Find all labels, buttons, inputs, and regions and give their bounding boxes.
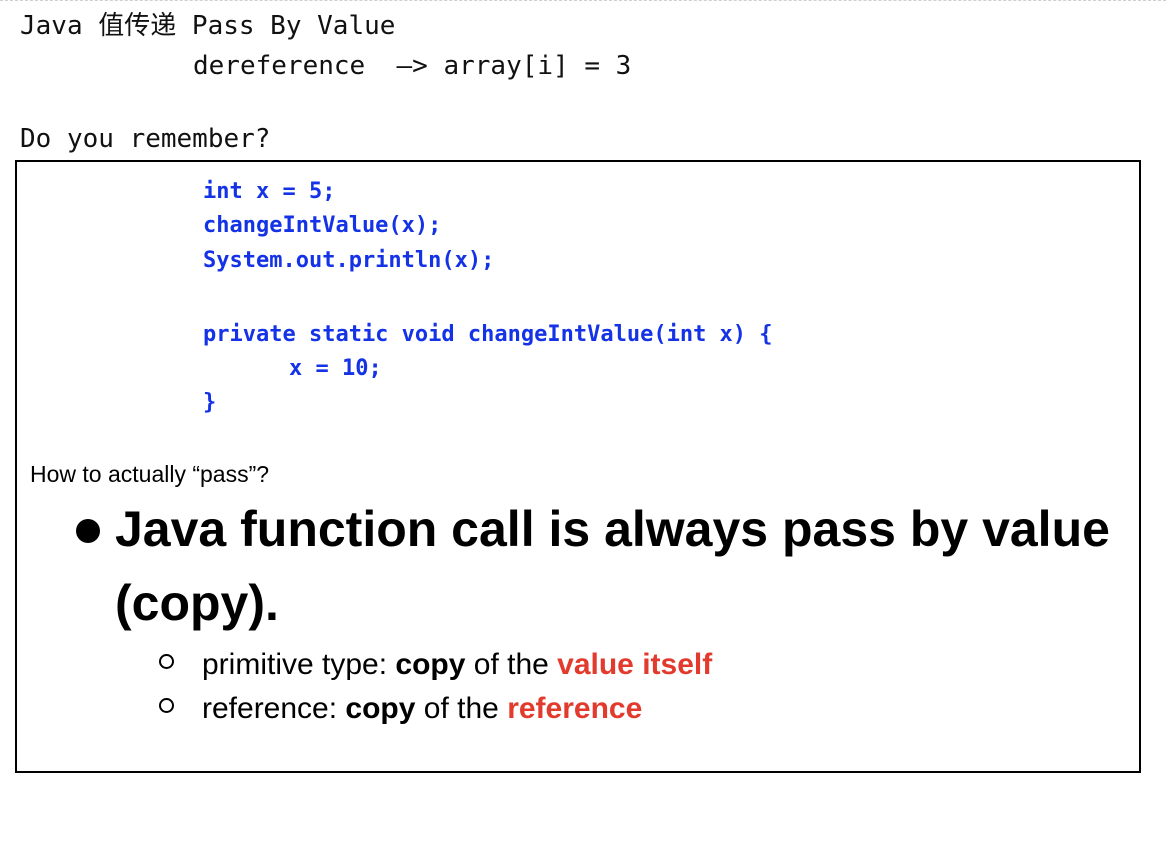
- main-bullet-text: Java function call is always pass by val…: [115, 501, 1110, 631]
- code-line: int x = 5;: [203, 179, 336, 204]
- sub-bullet-reference: reference: copy of the reference: [159, 691, 642, 727]
- sub-bullet-highlight: value itself: [557, 648, 713, 681]
- sub-bullet-prefix: primitive type:: [202, 648, 396, 681]
- hollow-bullet-icon: [159, 654, 174, 669]
- sub-bullet-bold: copy: [395, 648, 466, 681]
- slide-image: int x = 5; changeIntValue(x); System.out…: [15, 160, 1141, 773]
- hollow-bullet-icon: [159, 698, 174, 713]
- sub-bullet-middle: of the: [465, 648, 558, 681]
- remember-prompt: Do you remember?: [20, 124, 271, 154]
- sub-bullet-prefix: reference:: [202, 692, 346, 725]
- code-line: private static void changeIntValue(int x…: [203, 322, 773, 347]
- top-dashed-border: [0, 0, 1166, 1]
- code-line: System.out.println(x);: [203, 248, 495, 273]
- sub-bullet-primitive: primitive type: copy of the value itself: [159, 647, 712, 683]
- code-line: changeIntValue(x);: [203, 213, 442, 238]
- sub-bullet-bold: copy: [345, 692, 416, 725]
- slide-question: How to actually “pass”?: [30, 461, 270, 487]
- bullet-dot-icon: [76, 519, 100, 543]
- code-line: }: [203, 390, 217, 415]
- sub-bullet-highlight: reference: [507, 692, 643, 725]
- code-line: x = 10;: [289, 356, 382, 381]
- sub-bullet-middle: of the: [415, 692, 508, 725]
- page-title: Java 值传递 Pass By Value: [20, 11, 396, 41]
- dereference-note: dereference —> array[i] = 3: [193, 51, 632, 81]
